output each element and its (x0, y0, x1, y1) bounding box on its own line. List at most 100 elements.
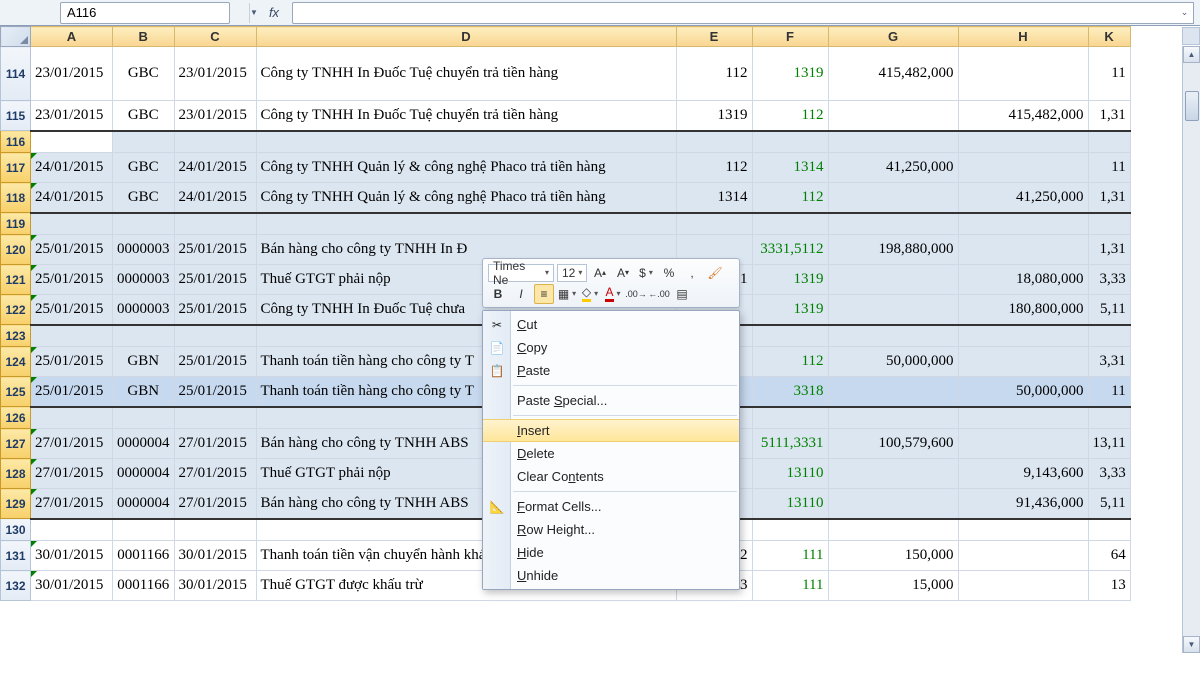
cell[interactable]: 25/01/2015 (31, 377, 113, 407)
cell[interactable]: 25/01/2015 (174, 295, 256, 325)
cell[interactable]: 27/01/2015 (174, 459, 256, 489)
cell[interactable]: 30/01/2015 (174, 541, 256, 571)
ctx-hide[interactable]: Hide (483, 541, 739, 564)
cell[interactable]: 23/01/2015 (174, 47, 256, 101)
row-header[interactable]: 124 (1, 347, 31, 377)
cell[interactable] (676, 131, 752, 153)
cell[interactable]: 24/01/2015 (174, 153, 256, 183)
col-header-f[interactable]: F (752, 27, 828, 47)
cell[interactable]: Công ty TNHH In Đuốc Tuệ chuyển trả tiền… (256, 101, 676, 131)
cell[interactable]: 27/01/2015 (174, 489, 256, 519)
cell[interactable]: 27/01/2015 (31, 489, 113, 519)
cell[interactable]: 91,436,000 (958, 489, 1088, 519)
cell[interactable]: 13,11 (1088, 429, 1130, 459)
row-header[interactable]: 130 (1, 519, 31, 541)
cell[interactable]: 18,080,000 (958, 265, 1088, 295)
cell[interactable] (828, 377, 958, 407)
cell[interactable] (174, 131, 256, 153)
cell[interactable]: 13110 (752, 459, 828, 489)
cell[interactable] (31, 519, 113, 541)
cell[interactable]: 25/01/2015 (174, 377, 256, 407)
increase-decimal-icon[interactable]: .00→ (626, 284, 646, 304)
cell[interactable]: 111 (752, 571, 828, 601)
cell[interactable]: 0000004 (113, 489, 175, 519)
cell[interactable] (174, 519, 256, 541)
col-header-d[interactable]: D (256, 27, 676, 47)
scroll-up-icon[interactable]: ▲ (1183, 46, 1200, 63)
cell[interactable]: 25/01/2015 (31, 347, 113, 377)
cell[interactable]: 0000003 (113, 295, 175, 325)
cell[interactable]: 25/01/2015 (174, 265, 256, 295)
cell[interactable]: GBC (113, 183, 175, 213)
currency-format-icon[interactable]: $ (636, 263, 656, 283)
italic-icon[interactable]: I (511, 284, 531, 304)
name-box[interactable]: ▼ (60, 2, 230, 24)
cell[interactable] (828, 325, 958, 347)
merge-icon[interactable]: ▤ (672, 284, 692, 304)
cell[interactable] (752, 325, 828, 347)
cell[interactable]: 0000003 (113, 265, 175, 295)
comma-format-icon[interactable]: , (682, 263, 702, 283)
cell[interactable] (828, 131, 958, 153)
cell[interactable]: 25/01/2015 (174, 347, 256, 377)
cell[interactable]: GBN (113, 377, 175, 407)
cell[interactable]: 1319 (752, 47, 828, 101)
row-header[interactable]: 115 (1, 101, 31, 131)
ctx-unhide[interactable]: Unhide (483, 564, 739, 587)
cell[interactable]: 50,000,000 (958, 377, 1088, 407)
ctx-format-cells[interactable]: 📐Format Cells... (483, 495, 739, 518)
cell[interactable] (113, 213, 175, 235)
cell[interactable]: 112 (752, 347, 828, 377)
cell[interactable] (828, 489, 958, 519)
cell[interactable] (113, 131, 175, 153)
cell[interactable]: 3,31 (1088, 347, 1130, 377)
cell[interactable] (752, 407, 828, 429)
cell[interactable]: 415,482,000 (958, 101, 1088, 131)
cell[interactable] (958, 519, 1088, 541)
cell[interactable] (31, 407, 113, 429)
cell[interactable]: 24/01/2015 (31, 153, 113, 183)
cell[interactable] (958, 347, 1088, 377)
col-header-c[interactable]: C (174, 27, 256, 47)
cell[interactable]: 13110 (752, 489, 828, 519)
row-header[interactable]: 116 (1, 131, 31, 153)
cell[interactable] (1088, 131, 1130, 153)
cell[interactable]: 1319 (676, 101, 752, 131)
shrink-font-icon[interactable]: A▾ (613, 263, 633, 283)
fill-color-icon[interactable]: ◇ (580, 284, 600, 304)
row-header[interactable]: 121 (1, 265, 31, 295)
cell[interactable]: 27/01/2015 (174, 429, 256, 459)
cell[interactable]: 30/01/2015 (31, 541, 113, 571)
row-header[interactable]: 125 (1, 377, 31, 407)
cell[interactable] (256, 131, 676, 153)
cell[interactable] (958, 571, 1088, 601)
col-header-g[interactable]: G (828, 27, 958, 47)
cell[interactable]: 198,880,000 (828, 235, 958, 265)
cell[interactable]: 3331,5112 (752, 235, 828, 265)
cell[interactable] (1088, 213, 1130, 235)
select-all-corner[interactable] (1, 27, 31, 47)
cell[interactable] (958, 235, 1088, 265)
ctx-cut[interactable]: ✂Cut (483, 313, 739, 336)
cell[interactable]: 23/01/2015 (31, 101, 113, 131)
cell[interactable]: 0000004 (113, 429, 175, 459)
cell[interactable]: 11 (1088, 377, 1130, 407)
cell[interactable]: 25/01/2015 (31, 235, 113, 265)
cell[interactable]: 0000003 (113, 235, 175, 265)
cell[interactable]: 111 (752, 541, 828, 571)
cell[interactable]: Công ty TNHH Quản lý & công nghệ Phaco t… (256, 183, 676, 213)
cell[interactable]: 41,250,000 (828, 153, 958, 183)
cell[interactable]: 150,000 (828, 541, 958, 571)
col-header-k[interactable]: K (1088, 27, 1130, 47)
cell[interactable]: 13 (1088, 571, 1130, 601)
name-box-input[interactable] (61, 5, 249, 20)
cell[interactable]: 1,31 (1088, 183, 1130, 213)
cell[interactable]: 5,11 (1088, 489, 1130, 519)
cell[interactable] (113, 519, 175, 541)
ctx-paste[interactable]: 📋Paste (483, 359, 739, 382)
row-header[interactable]: 114 (1, 47, 31, 101)
cell[interactable] (958, 131, 1088, 153)
cell[interactable]: 0001166 (113, 571, 175, 601)
cell[interactable] (676, 213, 752, 235)
cell[interactable]: 1,31 (1088, 101, 1130, 131)
